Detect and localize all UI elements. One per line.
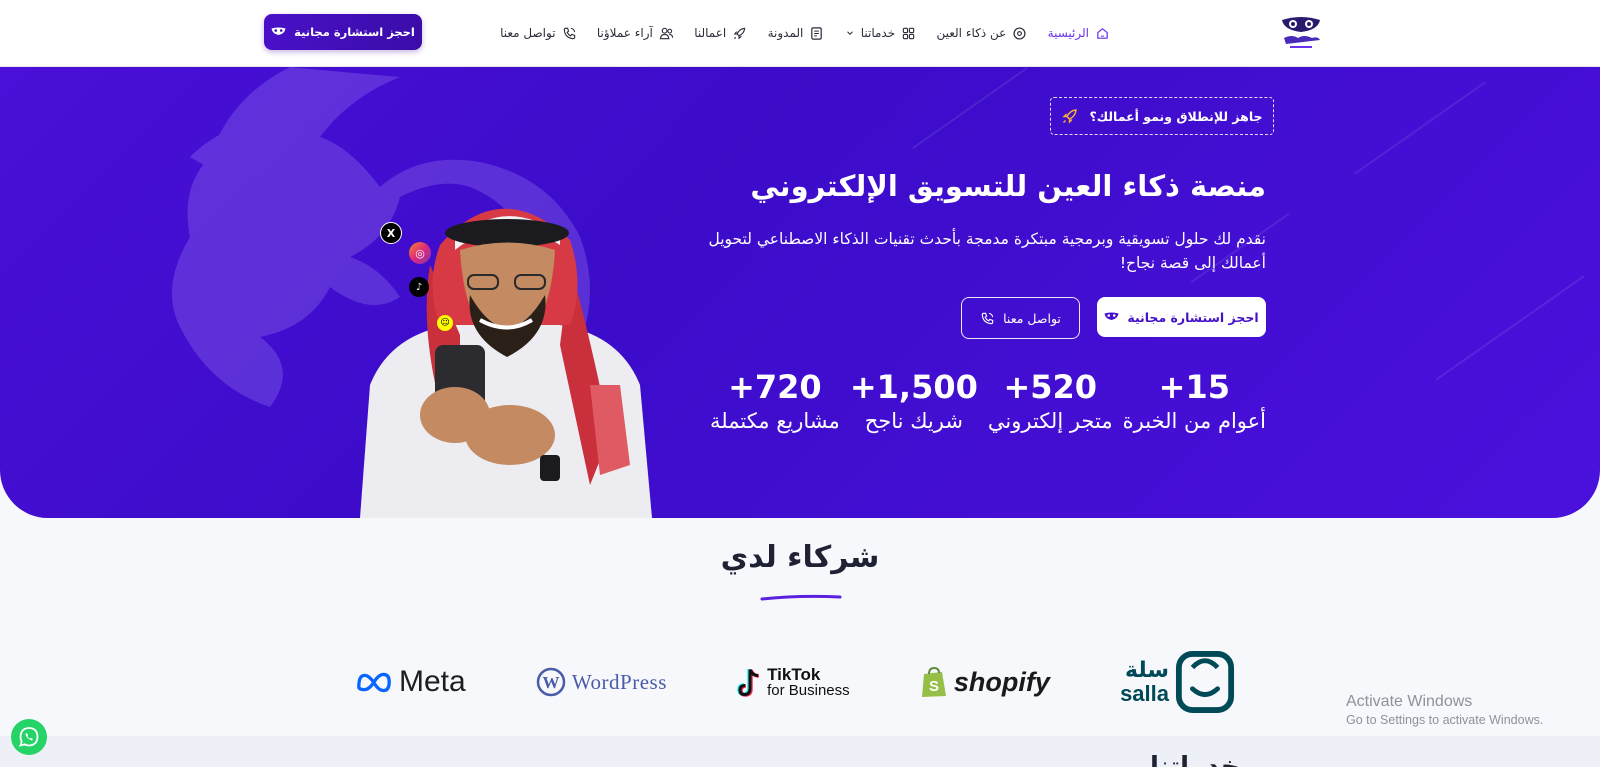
- owl-icon: [271, 27, 286, 35]
- tiktok-icon[interactable]: ♪: [409, 277, 429, 297]
- book-consultation-button[interactable]: احجز استشارة مجانية: [264, 14, 422, 50]
- shopify-bag-icon: S: [921, 666, 946, 697]
- stat-label: مشاريع مكتملة: [710, 409, 840, 433]
- tiktok-for-business-text: for Business: [767, 682, 850, 699]
- phone-icon: [563, 27, 575, 39]
- owl-logo-icon[interactable]: [1278, 16, 1324, 50]
- nav-item-label: الرئيسية: [1047, 26, 1089, 40]
- partners-logos: Meta W WordPress TikTok for Business S s…: [355, 648, 1235, 716]
- rocket-icon: [733, 27, 746, 39]
- shopify-logo: S shopify: [920, 666, 1050, 698]
- wordpress-logo: W WordPress: [536, 667, 667, 697]
- phone-icon: [981, 312, 994, 324]
- whatsapp-icon: [19, 727, 39, 747]
- hero-book-consultation-button[interactable]: احجز استشارة مجانية: [1097, 297, 1266, 337]
- meta-infinity-icon: [357, 672, 391, 693]
- hero-contact-button[interactable]: تواصل معنا: [961, 297, 1080, 339]
- stat-value: +520: [1003, 368, 1098, 406]
- whatsapp-button[interactable]: [11, 719, 47, 755]
- rocket-icon: [1062, 109, 1078, 124]
- nav-item-home[interactable]: الرئيسية: [1048, 26, 1110, 41]
- nav-item-services[interactable]: خدماتنا: [845, 26, 916, 41]
- instagram-icon[interactable]: ◎: [409, 242, 431, 264]
- wordpress-logo-text: WordPress: [571, 669, 667, 694]
- tiktok-business-logo: TikTok for Business: [737, 666, 850, 698]
- watermark-line: Go to Settings to activate Windows.: [1346, 713, 1544, 727]
- svg-text:W: W: [542, 673, 559, 692]
- tiktok-logo-text: TikTok: [767, 665, 821, 684]
- top-navbar: الرئيسية عن ذكاء العين خدماتنا المدونة ا…: [0, 0, 1600, 67]
- next-section-strip: [0, 736, 1600, 767]
- salla-text: سلة salla: [1120, 659, 1169, 705]
- stat-label: شريك ناجح: [864, 409, 963, 433]
- windows-activation-watermark: Activate Windows Go to Settings to activ…: [1346, 693, 1543, 727]
- partners-title: شركاء لدي: [720, 540, 880, 575]
- stat-label: متجر إلكتروني: [987, 409, 1113, 433]
- info-circle-icon: [1013, 26, 1026, 40]
- stat-value: +1,500: [849, 368, 978, 406]
- decorative-streak: [1353, 81, 1487, 175]
- next-section-title: خدماتنا: [1150, 752, 1240, 767]
- nav-item-contact[interactable]: تواصل معنا: [500, 26, 576, 41]
- man-with-phone-illustration: [360, 208, 652, 518]
- hero-book-consultation-label: احجز استشارة مجانية: [1127, 309, 1259, 325]
- stats-row: +15 أعوام من الخبرة +520 متجر إلكتروني +…: [710, 367, 1266, 437]
- meta-logo: Meta: [355, 665, 466, 699]
- salla-bag-icon: [1175, 651, 1235, 713]
- salla-logo: سلة salla: [1120, 650, 1235, 714]
- salla-arabic-text: سلة: [1125, 658, 1169, 683]
- nav-item-label: آراء عملاؤنا: [596, 26, 653, 40]
- home-icon: [1097, 27, 1108, 39]
- chevron-down-icon: [846, 31, 853, 35]
- book-consultation-label: احجز استشارة مجانية: [294, 25, 415, 39]
- salla-english-text: salla: [1120, 681, 1169, 706]
- snapchat-icon[interactable]: ☺: [437, 315, 453, 331]
- stat-value: +15: [1158, 368, 1230, 406]
- watermark-line: Activate Windows: [1346, 693, 1473, 710]
- owl-icon: [1104, 312, 1119, 320]
- shopify-logo-text: shopify: [953, 666, 1050, 697]
- stat-partners: +1,500 شريك ناجح: [850, 367, 978, 437]
- stat-projects: +720 مشاريع مكتملة: [710, 367, 840, 437]
- nav-item-label: المدونة: [767, 26, 804, 40]
- hero-title: منصة ذكاء العين للتسويق الإلكتروني: [750, 169, 1266, 203]
- nav-item-label: اعمالنا: [694, 26, 727, 40]
- decorative-streak: [1435, 275, 1585, 381]
- hero-description-line: نقدم لك حلول تسويقية وبرمجية مبتكرة مدمج…: [708, 230, 1266, 248]
- tiktok-business-text: TikTok for Business: [767, 666, 850, 698]
- nav-item-blog[interactable]: المدونة: [768, 26, 825, 41]
- nav-item-about[interactable]: عن ذكاء العين: [936, 26, 1027, 41]
- stat-value: +720: [728, 368, 822, 406]
- hero-description-line: أعمالك إلى قصة نجاح!: [1119, 254, 1266, 272]
- users-icon: [659, 27, 673, 39]
- ready-badge-text: جاهز للإنطلاق ونمو أعمالك؟: [1089, 108, 1263, 124]
- nav-item-testimonials[interactable]: آراء عملاؤنا: [597, 26, 674, 41]
- document-icon: [811, 26, 823, 40]
- nav-item-label: عن ذكاء العين: [936, 26, 1007, 40]
- ready-badge: جاهز للإنطلاق ونمو أعمالك؟: [1050, 97, 1274, 135]
- grid-icon: [902, 27, 915, 39]
- nav-item-label: تواصل معنا: [500, 26, 556, 40]
- svg-text:S: S: [929, 678, 939, 695]
- tiktok-note-icon: [737, 668, 760, 697]
- hero-section: X ◎ ♪ ☺ جاهز للإنطلاق ونمو أعمالك؟ منصة …: [0, 67, 1600, 518]
- nav-item-portfolio[interactable]: اعمالنا: [694, 26, 747, 41]
- nav-item-label: خدماتنا: [860, 26, 896, 40]
- x-icon[interactable]: X: [380, 222, 402, 244]
- wordpress-icon: W: [536, 667, 566, 697]
- stat-label: أعوام من الخبرة: [1122, 409, 1266, 433]
- decorative-streak: [912, 67, 1028, 149]
- title-underline: [760, 594, 842, 601]
- hero-description: نقدم لك حلول تسويقية وبرمجية مبتكرة مدمج…: [700, 227, 1266, 275]
- hero-contact-label: تواصل معنا: [1003, 310, 1061, 326]
- stat-experience: +15 أعوام من الخبرة: [1123, 367, 1266, 437]
- stat-stores: +520 متجر إلكتروني: [988, 367, 1113, 437]
- main-nav: الرئيسية عن ذكاء العين خدماتنا المدونة ا…: [500, 20, 1110, 46]
- meta-logo-text: Meta: [399, 665, 466, 698]
